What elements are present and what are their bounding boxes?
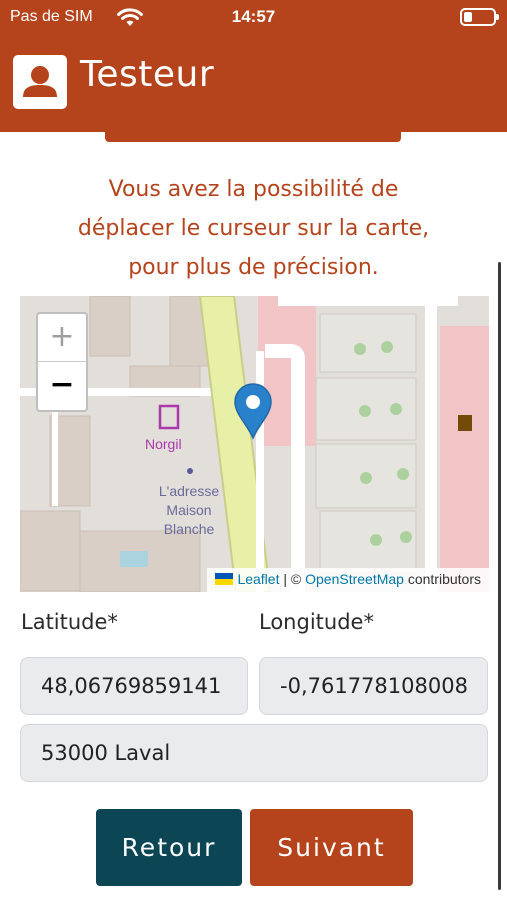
zoom-in-button[interactable]: + (38, 314, 86, 362)
zoom-control: + − (36, 312, 88, 412)
next-button[interactable]: Suivant (250, 809, 413, 886)
intro-text: Vous avez la possibilité de déplacer le … (30, 170, 477, 287)
scrollbar[interactable] (498, 262, 501, 890)
status-bar: Pas de SIM 14:57 (0, 0, 507, 36)
user-avatar-icon (13, 55, 67, 109)
ukraine-flag-icon (215, 573, 234, 585)
clock: 14:57 (231, 7, 276, 26)
longitude-label: Longitude* (259, 610, 374, 634)
longitude-field[interactable]: -0,761778108008 (259, 657, 488, 715)
latitude-label: Latitude* (21, 610, 118, 634)
battery-icon (460, 8, 499, 26)
intro-line: déplacer le curseur sur la carte, (77, 216, 430, 241)
place-label: L'adresse Maison Blanche (148, 482, 230, 539)
app-header: Pas de SIM 14:57 Testeur (0, 0, 507, 132)
zoom-out-button[interactable]: − (38, 362, 86, 410)
intro-line: Vous avez la possibilité de (108, 177, 399, 202)
map[interactable]: Norgil L'adresse Maison Blanche + − Leaf… (20, 296, 489, 592)
latitude-field[interactable]: 48,06769859141 (20, 657, 248, 715)
map-attribution: Leaflet | © OpenStreetMap contributors (207, 568, 489, 592)
place-label-line: L'adresse (158, 483, 220, 499)
header-tab (105, 130, 401, 142)
poi-label-norgil: Norgil (145, 436, 182, 452)
page-title: Testeur (80, 54, 215, 95)
intro-line: pour plus de précision. (128, 255, 379, 280)
attribution-suffix: contributors (403, 571, 481, 587)
address-field[interactable]: 53000 Laval (20, 724, 488, 782)
attribution-separator: | © (279, 571, 306, 587)
leaflet-link[interactable]: Leaflet (237, 571, 279, 587)
place-label-line: Maison (166, 502, 212, 518)
place-label-line: Blanche (163, 521, 215, 537)
back-button[interactable]: Retour (96, 809, 242, 886)
map-tiles (20, 296, 489, 592)
map-marker-icon[interactable] (233, 382, 273, 440)
osm-link[interactable]: OpenStreetMap (305, 571, 404, 587)
